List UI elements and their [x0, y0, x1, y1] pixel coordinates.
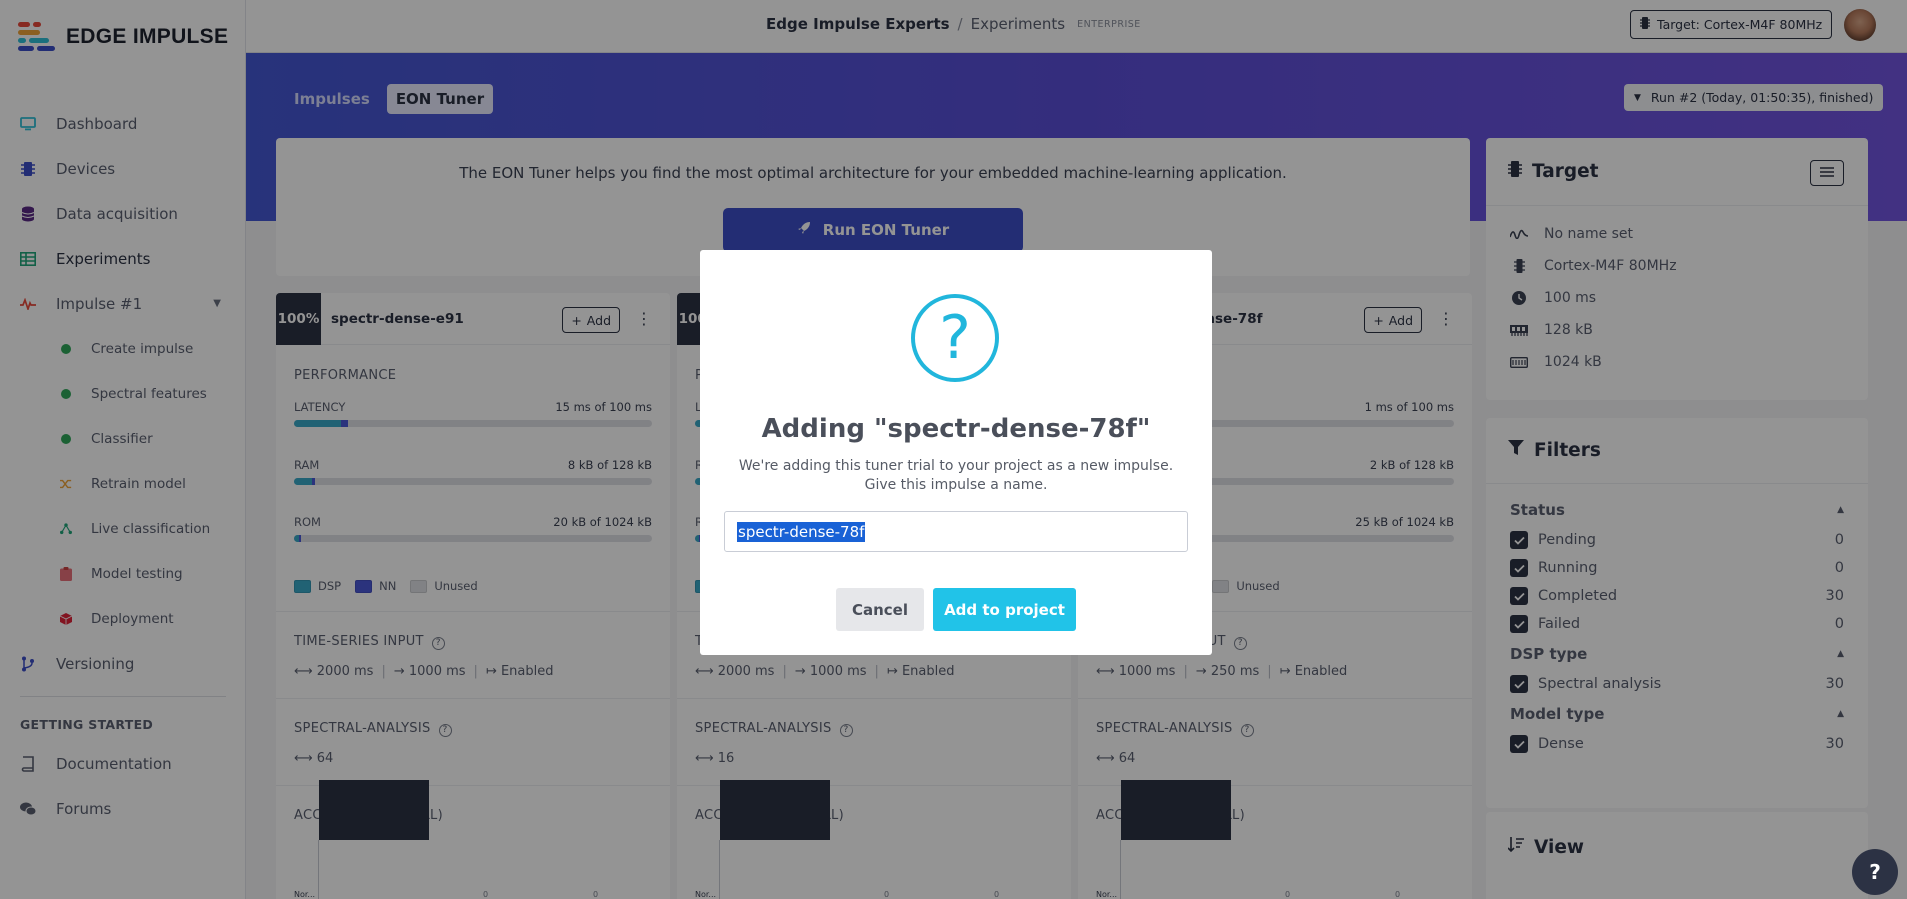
add-to-project-dialog: ? Adding "spectr-dense-78f" We're adding… — [700, 250, 1212, 655]
dialog-description: We're adding this tuner trial to your pr… — [738, 458, 1174, 493]
cancel-button[interactable]: Cancel — [836, 588, 924, 631]
dialog-title: Adding "spectr-dense-78f" — [761, 414, 1151, 444]
add-to-project-button[interactable]: Add to project — [933, 588, 1076, 631]
impulse-name-input[interactable]: spectr-dense-78f — [724, 511, 1188, 552]
question-icon: ? — [911, 294, 999, 382]
impulse-name-selected-text: spectr-dense-78f — [737, 521, 866, 542]
help-button[interactable]: ? — [1852, 849, 1898, 895]
